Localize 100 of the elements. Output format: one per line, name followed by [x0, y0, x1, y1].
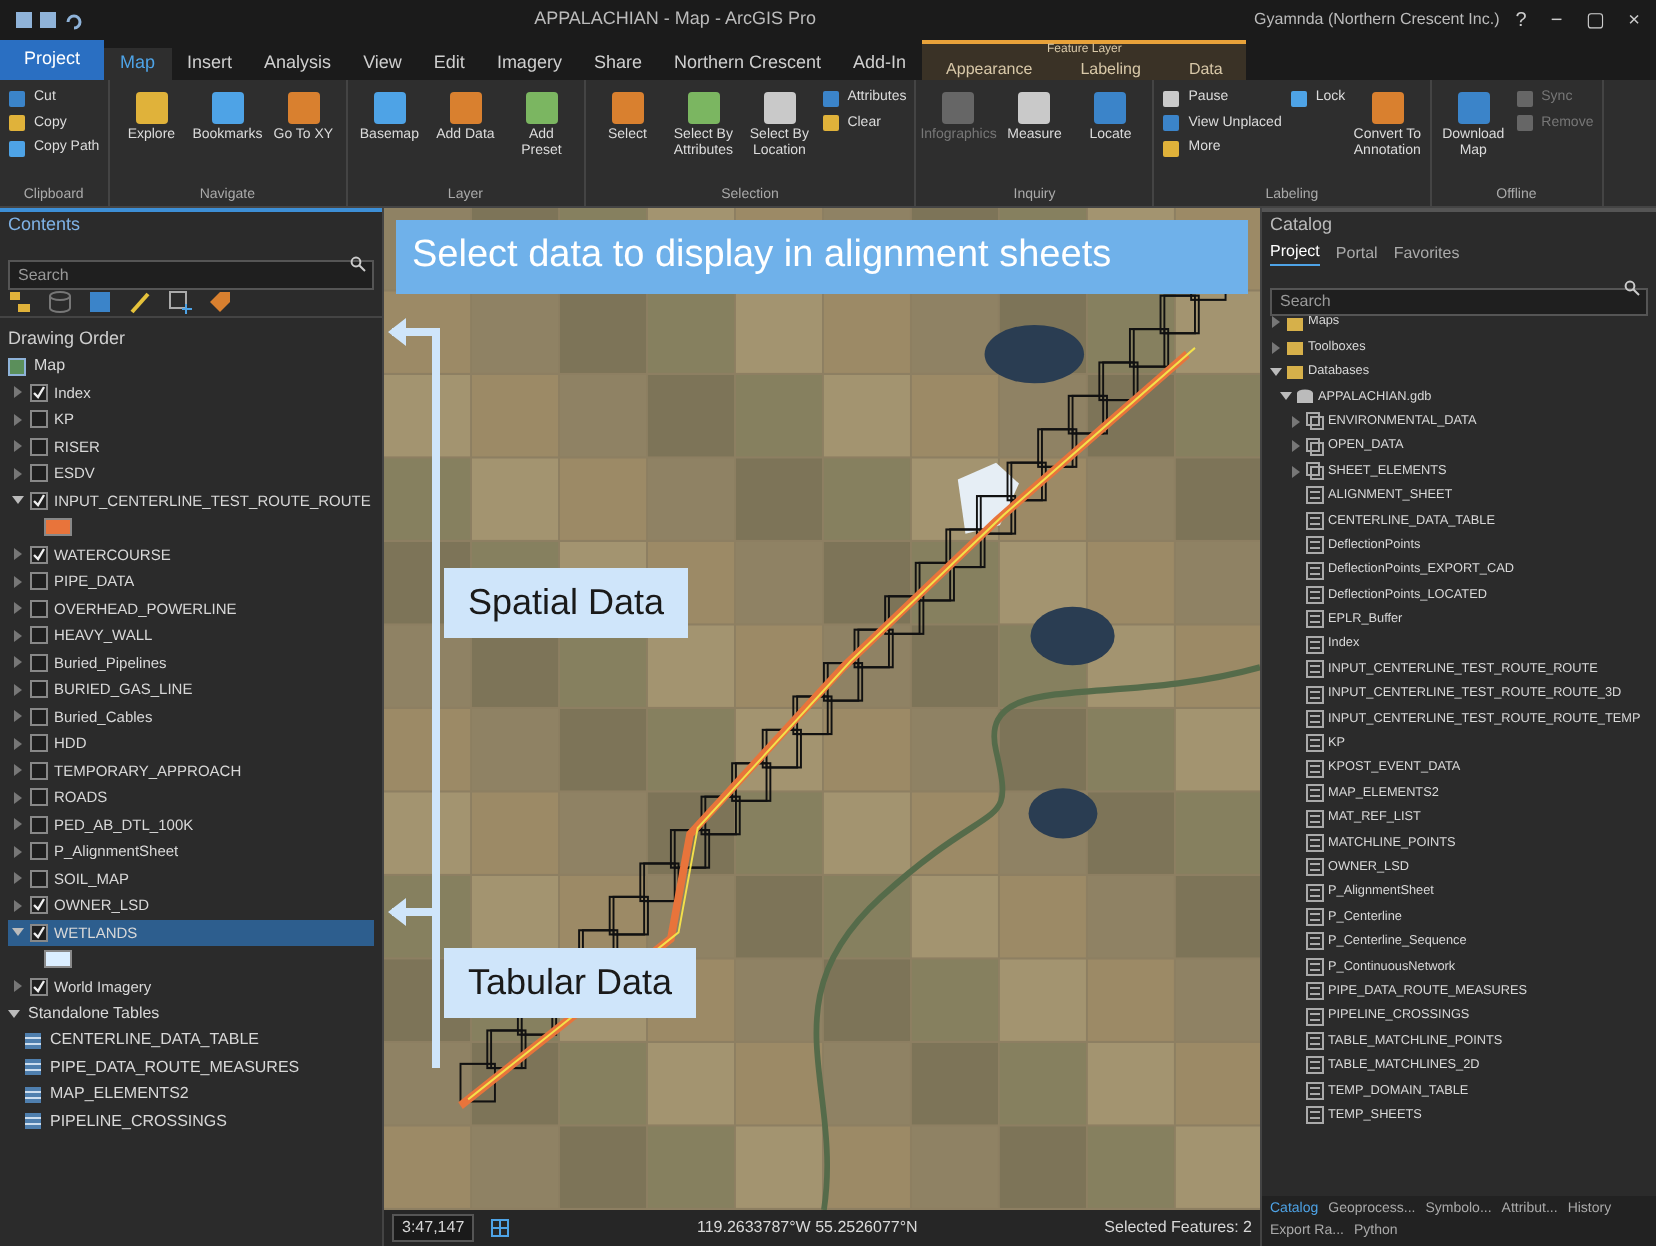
banner: Select data to display in alignment sheets: [396, 220, 1248, 293]
expand-arrow-icon[interactable]: [12, 467, 24, 480]
table-icon: [1306, 1007, 1324, 1026]
tree-label[interactable]: Map: [34, 354, 66, 378]
expand-arrow-icon[interactable]: [1270, 316, 1282, 329]
panel-tab[interactable]: Favorites: [1393, 240, 1460, 266]
table-name[interactable]: PIPELINE_CROSSINGS: [50, 1109, 227, 1134]
expand-arrow-icon[interactable]: [12, 818, 24, 831]
expand-arrow-icon[interactable]: [12, 548, 24, 561]
expand-arrow-icon[interactable]: [12, 899, 24, 912]
ribbon-tab[interactable]: Edit: [417, 48, 481, 80]
checkbox[interactable]: [30, 599, 48, 618]
grid-icon[interactable]: [490, 1218, 511, 1238]
checkbox[interactable]: [30, 437, 48, 456]
expand-arrow-icon[interactable]: [12, 386, 24, 399]
table-icon: [1306, 660, 1324, 679]
expand-arrow-icon[interactable]: [8, 1007, 20, 1020]
checkbox[interactable]: [30, 761, 48, 780]
checkbox[interactable]: [30, 788, 48, 807]
table-icon: [1306, 759, 1324, 778]
expand-arrow-icon[interactable]: [12, 602, 24, 615]
expand-arrow-icon[interactable]: [1270, 365, 1282, 378]
window-control-button[interactable]: ×: [1628, 5, 1640, 35]
expand-arrow-icon[interactable]: [1290, 440, 1302, 453]
expand-arrow-icon[interactable]: [12, 845, 24, 858]
expand-arrow-icon[interactable]: [12, 656, 24, 669]
square-icon: [1162, 89, 1181, 108]
expand-arrow-icon[interactable]: [1270, 341, 1282, 354]
checkbox[interactable]: [30, 842, 48, 861]
checkbox[interactable]: [30, 464, 48, 483]
square-icon: [759, 88, 800, 128]
expand-arrow-icon[interactable]: [12, 872, 24, 885]
expand-arrow-icon[interactable]: [12, 926, 24, 939]
table-name[interactable]: MAP_ELEMENTS2: [50, 1082, 189, 1107]
user-account[interactable]: Gyamnda (Northern Crescent Inc.): [1254, 8, 1500, 32]
table-icon: [1306, 784, 1324, 803]
square-icon: [369, 88, 410, 128]
checkbox[interactable]: [30, 815, 48, 834]
checkbox[interactable]: [30, 653, 48, 672]
square-icon: [1090, 88, 1131, 128]
ribbon-tab[interactable]: Add-In: [837, 48, 923, 80]
expand-arrow-icon[interactable]: [12, 980, 24, 993]
ribbon-tab[interactable]: Map: [104, 48, 172, 80]
ribbon-tab[interactable]: View: [347, 48, 418, 80]
ribbon-tab[interactable]: Analysis: [248, 48, 348, 80]
expand-arrow-icon[interactable]: [12, 575, 24, 588]
expand-arrow-icon[interactable]: [12, 764, 24, 777]
search-icon: [1624, 280, 1640, 296]
table-icon: [1306, 585, 1324, 604]
expand-arrow-icon[interactable]: [12, 629, 24, 642]
expand-arrow-icon[interactable]: [1280, 390, 1292, 403]
scale-field[interactable]: 3:47,147: [392, 1214, 475, 1242]
panel-tab[interactable]: Portal: [1335, 240, 1378, 266]
expand-arrow-icon[interactable]: [1290, 465, 1302, 478]
expand-arrow-icon[interactable]: [12, 494, 24, 507]
ribbon-tab[interactable]: Share: [577, 48, 658, 80]
expand-arrow-icon[interactable]: [12, 440, 24, 453]
checkbox[interactable]: [30, 410, 48, 429]
checkbox[interactable]: [30, 383, 48, 402]
checkbox[interactable]: [30, 977, 48, 996]
section-heading: Standalone Tables: [28, 1001, 160, 1026]
checkbox[interactable]: [30, 626, 48, 645]
ribbon-tab[interactable]: Project: [0, 40, 105, 80]
square-icon: [1453, 88, 1494, 128]
pencil-icon[interactable]: [128, 289, 152, 313]
expand-arrow-icon[interactable]: [12, 737, 24, 750]
coordinates-text: 119.2633787°W 55.2526077°N: [694, 1216, 920, 1240]
cylinder-icon[interactable]: [48, 289, 72, 313]
square-icon: [1162, 139, 1181, 158]
checkbox[interactable]: [30, 491, 48, 510]
checkbox[interactable]: [30, 572, 48, 591]
list-by-drawing-order-icon[interactable]: [8, 289, 32, 313]
table-name[interactable]: PIPE_DATA_ROUTE_MEASURES: [50, 1055, 300, 1080]
ribbon-tab[interactable]: Insert: [171, 48, 249, 80]
table-name[interactable]: CENTERLINE_DATA_TABLE: [50, 1028, 259, 1053]
checkbox[interactable]: [30, 923, 48, 942]
ribbon-tab[interactable]: Imagery: [480, 48, 578, 80]
window-control-button[interactable]: ▢: [1586, 5, 1605, 35]
square-icon: [445, 88, 486, 128]
expand-arrow-icon[interactable]: [1290, 415, 1302, 428]
search-field[interactable]: Search: [8, 260, 374, 290]
checkbox[interactable]: [30, 734, 48, 753]
expand-arrow-icon[interactable]: [12, 683, 24, 696]
panel-tab[interactable]: Project: [1270, 240, 1320, 266]
expand-arrow-icon[interactable]: [12, 413, 24, 426]
square-icon: [1162, 114, 1181, 133]
window-control-button[interactable]: ?: [1515, 5, 1527, 35]
snapping-icon[interactable]: [168, 289, 192, 313]
checkbox[interactable]: [30, 680, 48, 699]
expand-arrow-icon[interactable]: [12, 710, 24, 723]
window-control-button[interactable]: −: [1550, 5, 1563, 35]
checkbox[interactable]: [30, 869, 48, 888]
table-icon: [1306, 858, 1324, 877]
expand-arrow-icon[interactable]: [12, 791, 24, 804]
search-field[interactable]: Search: [1270, 287, 1648, 315]
ribbon-tab[interactable]: Northern Crescent: [657, 48, 838, 80]
checkbox[interactable]: [30, 707, 48, 726]
checkbox[interactable]: [30, 545, 48, 564]
checkbox[interactable]: [30, 896, 48, 915]
table-icon: [1306, 610, 1324, 629]
